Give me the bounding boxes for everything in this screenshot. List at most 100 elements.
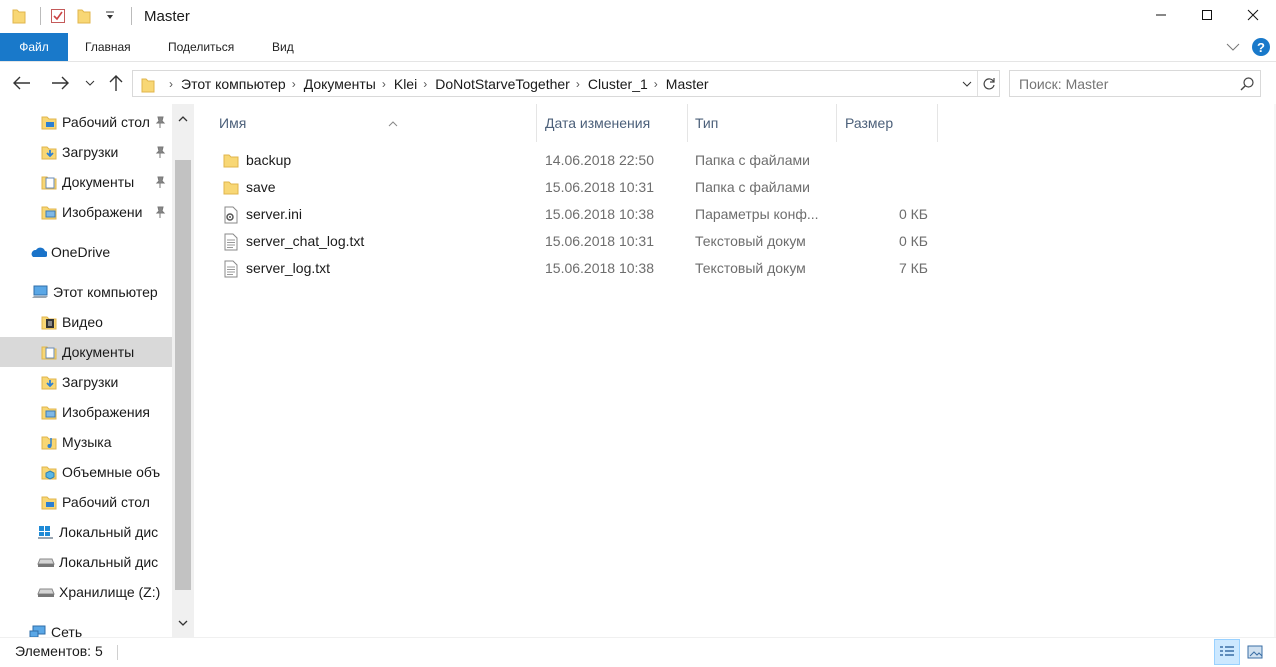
large-icons-view-button[interactable] — [1242, 639, 1268, 665]
file-row[interactable]: server_chat_log.txt 15.06.2018 10:31 Тек… — [212, 228, 1132, 255]
window-title: Master — [144, 7, 190, 25]
details-view-button[interactable] — [1214, 639, 1240, 665]
address-bar[interactable]: › Этот компьютер › Документы › Klei › Do… — [132, 70, 1000, 97]
crumb-documents[interactable]: Документы — [304, 76, 376, 92]
this-pc-icon — [31, 283, 49, 301]
sort-ascending-icon — [388, 103, 398, 141]
file-size: 0 КБ — [898, 233, 928, 249]
nav-item-documents[interactable]: Документы — [0, 337, 172, 367]
item-count: Элементов: 5 — [15, 643, 103, 659]
up-button[interactable] — [104, 71, 128, 95]
3d-objects-folder-icon — [40, 463, 58, 481]
file-row[interactable]: backup 14.06.2018 22:50 Папка с файлами — [212, 147, 1132, 174]
nav-item-network[interactable]: Сеть — [0, 617, 172, 637]
close-icon — [1247, 9, 1259, 21]
chevron-right-icon[interactable]: › — [382, 77, 386, 91]
nav-item-local-disk[interactable]: Локальный дис — [0, 547, 172, 577]
scroll-up-button[interactable] — [172, 108, 194, 128]
folder-icon[interactable] — [8, 5, 30, 27]
pin-icon[interactable] — [154, 115, 166, 131]
file-row[interactable]: save 15.06.2018 10:31 Папка с файлами — [212, 174, 1132, 201]
pictures-folder-icon — [40, 203, 58, 221]
nav-item-documents-quick[interactable]: Документы — [0, 167, 172, 197]
nav-item-3d-objects[interactable]: Объемные объ — [0, 457, 172, 487]
search-icon[interactable] — [1234, 76, 1260, 91]
file-type: Параметры конф... — [695, 206, 819, 222]
chevron-right-icon[interactable]: › — [423, 77, 427, 91]
expand-ribbon-icon[interactable] — [1226, 39, 1240, 55]
file-row[interactable]: server.ini 15.06.2018 10:38 Параметры ко… — [212, 201, 1132, 228]
file-type: Текстовый докум — [695, 233, 806, 249]
large-icons-view-icon — [1247, 645, 1263, 659]
pin-icon[interactable] — [154, 145, 166, 161]
chevron-right-icon[interactable]: › — [292, 77, 296, 91]
minimize-icon — [1156, 14, 1166, 16]
navigation-scrollbar[interactable] — [172, 104, 194, 637]
tab-file[interactable]: Файл — [0, 33, 68, 61]
videos-folder-icon — [40, 313, 58, 331]
nav-item-music[interactable]: Музыка — [0, 427, 172, 457]
address-history-dropdown[interactable] — [957, 71, 977, 96]
chevron-up-icon — [178, 115, 188, 121]
nav-item-pictures-quick[interactable]: Изображени — [0, 197, 172, 227]
pin-icon[interactable] — [154, 205, 166, 221]
column-header-size[interactable]: Размер — [838, 104, 938, 142]
scroll-down-button[interactable] — [172, 613, 194, 633]
scroll-thumb[interactable] — [175, 160, 191, 590]
minimize-button[interactable] — [1138, 0, 1184, 30]
tab-home[interactable]: Главная — [69, 34, 147, 60]
pin-icon[interactable] — [154, 175, 166, 191]
separator — [131, 7, 132, 25]
crumb-this-pc[interactable]: Этот компьютер — [181, 76, 286, 92]
nav-item-this-pc[interactable]: Этот компьютер — [0, 277, 172, 307]
properties-icon[interactable] — [47, 5, 69, 27]
nav-item-local-disk-c[interactable]: Локальный дис — [0, 517, 172, 547]
music-folder-icon — [40, 433, 58, 451]
nav-item-downloads[interactable]: Загрузки — [0, 367, 172, 397]
customize-toolbar-icon[interactable] — [99, 5, 121, 27]
forward-button[interactable] — [48, 71, 72, 95]
help-icon[interactable]: ? — [1252, 38, 1270, 56]
nav-item-onedrive[interactable]: OneDrive — [0, 237, 172, 267]
nav-item-videos[interactable]: Видео — [0, 307, 172, 337]
refresh-icon — [983, 77, 995, 89]
status-bar: Элементов: 5 — [0, 637, 1276, 667]
file-name: server_log.txt — [246, 260, 331, 276]
chevron-down-icon — [85, 80, 95, 86]
recent-locations-button[interactable] — [78, 71, 102, 95]
desktop-folder-icon — [40, 113, 58, 131]
column-header-date[interactable]: Дата изменения — [538, 104, 688, 142]
close-button[interactable] — [1230, 0, 1276, 30]
new-folder-icon[interactable] — [73, 5, 95, 27]
column-header-name[interactable]: Имя — [212, 104, 537, 142]
nav-item-storage-z[interactable]: Хранилище (Z:) — [0, 577, 172, 607]
back-button[interactable] — [10, 71, 34, 95]
chevron-right-icon[interactable]: › — [169, 77, 173, 91]
chevron-right-icon[interactable]: › — [576, 77, 580, 91]
documents-folder-icon — [40, 173, 58, 191]
title-bar: Master — [0, 0, 1276, 32]
quick-access-toolbar: Master — [0, 0, 190, 32]
refresh-button[interactable] — [977, 71, 999, 96]
chevron-down-icon — [962, 81, 972, 87]
maximize-button[interactable] — [1184, 0, 1230, 30]
crumb-master[interactable]: Master — [666, 76, 709, 92]
crumb-donotstarvetogether[interactable]: DoNotStarveTogether — [435, 76, 570, 92]
tab-view[interactable]: Вид — [256, 34, 310, 60]
search-box[interactable] — [1009, 70, 1261, 97]
nav-item-pictures[interactable]: Изображения — [0, 397, 172, 427]
file-date: 15.06.2018 10:31 — [545, 233, 654, 249]
search-input[interactable] — [1010, 75, 1234, 92]
nav-item-downloads-quick[interactable]: Загрузки — [0, 137, 172, 167]
chevron-right-icon[interactable]: › — [654, 77, 658, 91]
file-row[interactable]: server_log.txt 15.06.2018 10:38 Текстовы… — [212, 255, 1132, 282]
crumb-cluster[interactable]: Cluster_1 — [588, 76, 648, 92]
nav-item-desktop[interactable]: Рабочий стол — [0, 487, 172, 517]
tab-share[interactable]: Поделиться — [152, 34, 250, 60]
nav-item-desktop-quick[interactable]: Рабочий стол — [0, 107, 172, 137]
windows-drive-icon — [37, 523, 55, 541]
column-header-type[interactable]: Тип — [688, 104, 837, 142]
crumb-klei[interactable]: Klei — [394, 76, 417, 92]
file-size — [848, 174, 928, 201]
back-arrow-icon — [13, 76, 30, 90]
